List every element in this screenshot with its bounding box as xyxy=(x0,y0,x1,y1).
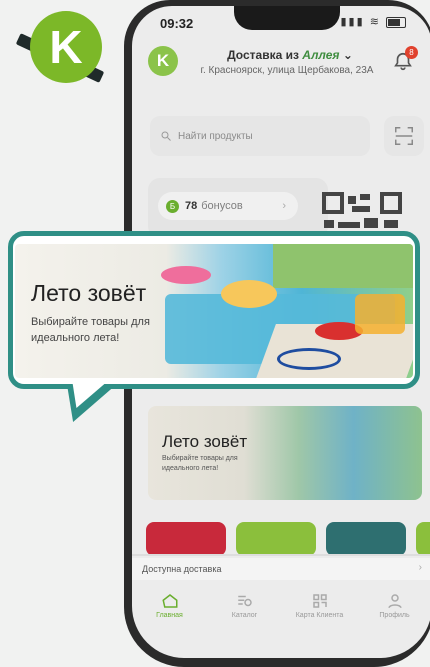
badminton-racket xyxy=(277,348,341,370)
status-time: 09:32 xyxy=(160,16,194,31)
delivery-address[interactable]: г. Красноярск, улица Щербакова, 23А xyxy=(192,64,382,78)
search-icon xyxy=(161,131,171,141)
brand-logo-letter: K xyxy=(49,21,83,73)
nav-label-client-card: Карта Клиента xyxy=(295,612,344,619)
banner-grass xyxy=(273,244,413,288)
brand-logo: K xyxy=(30,11,102,83)
catalog-search-icon xyxy=(237,595,252,607)
chevron-right-icon: › xyxy=(282,200,286,212)
category-tile-1[interactable] xyxy=(146,522,226,556)
promo-banner-title: Лето зовёт xyxy=(162,432,248,451)
promo-banner-subtitle: Выбирайте товары для идеального лета! xyxy=(162,455,238,472)
promo-banner-title: Лето зовёт xyxy=(31,280,147,306)
delivery-label: Доступна доставка xyxy=(142,564,222,574)
chevron-down-icon: ⌄ xyxy=(342,48,353,62)
divider xyxy=(132,554,430,556)
promo-banner-zoomed[interactable]: Лето зовёт Выбирайте товары для идеально… xyxy=(15,244,413,378)
category-tile-2[interactable] xyxy=(236,522,316,556)
store-name: Аллея xyxy=(302,48,340,62)
delivery-title: Доставка из xyxy=(227,48,299,62)
signal-icon: ▮▮▮ xyxy=(340,16,365,28)
person-icon xyxy=(387,594,402,609)
wifi-icon: ≋ xyxy=(369,16,381,28)
notification-badge: 8 xyxy=(405,46,418,59)
status-icons: ▮▮▮ ≋ xyxy=(340,15,406,28)
delivery-source-selector[interactable]: Доставка из Аллея ⌄ xyxy=(210,48,370,62)
search-input[interactable]: Найти продукты xyxy=(150,116,370,156)
bottom-nav: Главная Каталог Карта Клиента Профиль xyxy=(132,586,430,636)
bonus-value: 78 xyxy=(185,200,198,212)
nav-item-client-card[interactable]: Карта Клиента xyxy=(282,586,357,636)
nav-label-catalog: Каталог xyxy=(231,612,258,619)
phone-notch xyxy=(234,6,340,30)
home-icon xyxy=(161,594,177,608)
scan-button[interactable] xyxy=(384,116,424,156)
nav-label-home: Главная xyxy=(156,612,183,619)
pool-float-donut xyxy=(221,280,277,308)
app-logo-letter: K xyxy=(156,51,170,70)
bonus-coin-icon: Б xyxy=(166,199,179,213)
promo-banner-in-app[interactable]: Лето зовёт Выбирайте товары для идеально… xyxy=(148,406,422,500)
battery-icon xyxy=(386,16,406,28)
app-logo-avatar[interactable]: K xyxy=(148,46,178,76)
bonus-pill[interactable]: Б 78 бонусов › xyxy=(158,192,298,220)
nav-item-profile[interactable]: Профиль xyxy=(357,586,430,636)
nav-item-catalog[interactable]: Каталог xyxy=(207,586,282,636)
scan-icon xyxy=(395,127,413,145)
drinks xyxy=(355,294,405,334)
category-tile-3[interactable] xyxy=(326,522,406,556)
promo-banner-subtitle: Выбирайте товары для идеального лета! xyxy=(31,316,150,344)
search-placeholder: Найти продукты xyxy=(178,130,253,142)
barcode-card-icon xyxy=(312,594,327,608)
nav-label-profile: Профиль xyxy=(379,612,410,619)
chevron-right-icon: › xyxy=(418,562,422,573)
pool-float-pink xyxy=(161,266,211,284)
category-tile-4[interactable] xyxy=(416,522,430,556)
nav-item-home[interactable]: Главная xyxy=(132,586,207,636)
bonus-unit: бонусов xyxy=(201,200,243,212)
